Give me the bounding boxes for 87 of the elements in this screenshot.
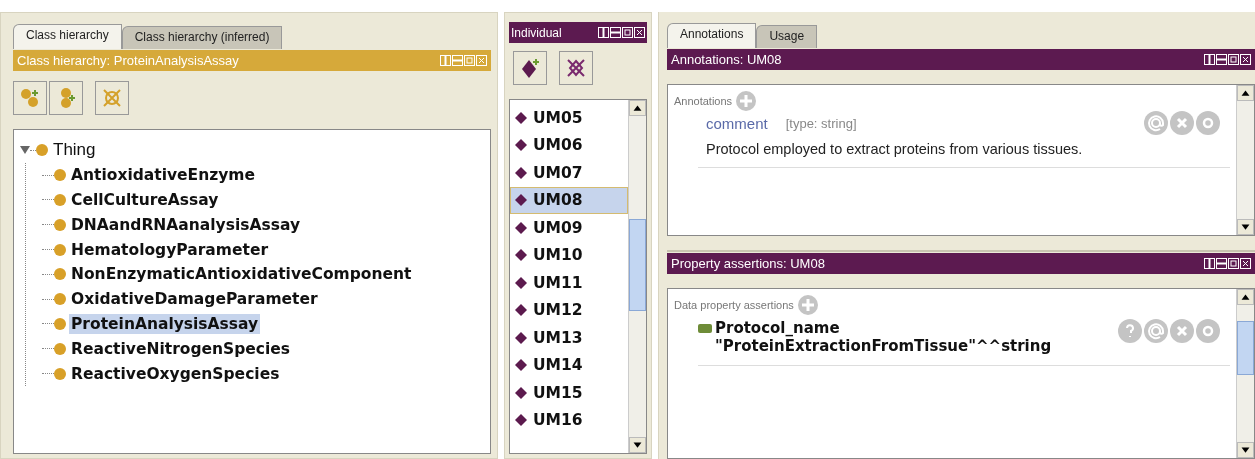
individual-item[interactable]: UM08	[510, 186, 628, 214]
individual-item[interactable]: UM09	[510, 214, 628, 242]
data-property-icon	[698, 323, 712, 333]
tab[interactable]: Class hierarchy (inferred)	[121, 26, 283, 49]
tree-item[interactable]: NonEnzymaticAntioxidativeComponent	[69, 264, 414, 285]
property-name[interactable]: Protocol_name	[715, 319, 840, 337]
class-dot-icon	[54, 293, 66, 306]
individual-item[interactable]: UM14	[510, 351, 628, 379]
class-dot-icon	[54, 268, 66, 281]
diamond-icon	[515, 386, 527, 399]
delete-node-icon	[101, 87, 123, 109]
tree-item[interactable]: ReactiveOxygenSpecies	[69, 363, 282, 384]
tree-item[interactable]: ProteinAnalysisAssay	[69, 313, 261, 334]
pane-control-icon[interactable]	[634, 27, 645, 38]
class-dot-icon	[54, 243, 66, 256]
add-individual-button[interactable]	[513, 51, 547, 85]
individual-item[interactable]: UM06	[510, 131, 628, 159]
diamond-icon	[515, 139, 527, 152]
tree-item[interactable]: DNAandRNAanalysisAssay	[69, 214, 302, 235]
tab[interactable]: Class hierarchy	[13, 24, 122, 49]
individual-item[interactable]: UM15	[510, 379, 628, 407]
diamond-icon	[515, 249, 527, 262]
tree-item[interactable]: OxidativeDamageParameter	[69, 289, 320, 310]
class-dot-icon	[54, 367, 66, 380]
annotation-type: [type: string]	[785, 115, 858, 131]
tab[interactable]: Annotations	[667, 23, 757, 48]
class-dot-icon	[54, 342, 66, 355]
tree-item[interactable]: AntioxidativeEnzyme	[69, 165, 258, 186]
scroll-down-icon[interactable]	[1237, 219, 1254, 235]
tree-item[interactable]: HematologyParameter	[69, 239, 271, 260]
panel-title: Property assertions: UM08	[671, 256, 826, 271]
pane-control-icon[interactable]	[1216, 258, 1227, 269]
pane-control-icon[interactable]	[1240, 54, 1251, 65]
delete-diamond-icon	[565, 57, 587, 79]
class-dot-icon	[54, 194, 66, 206]
tree-item[interactable]: ReactiveNitrogenSpecies	[69, 338, 293, 359]
scroll-thumb[interactable]	[1237, 321, 1254, 376]
annotation-value: Protocol employed to extract proteins from various tissues.	[705, 140, 1084, 157]
scroll-up-icon[interactable]	[629, 100, 646, 116]
panel-title: Class hierarchy: ProteinAnalysisAssay	[17, 53, 240, 68]
pane-control-icon[interactable]	[1204, 258, 1215, 269]
diamond-icon	[515, 359, 527, 372]
pane-control-icon[interactable]	[1240, 258, 1251, 269]
pane-control-icon[interactable]	[1204, 54, 1215, 65]
tab[interactable]: Usage	[756, 25, 818, 48]
class-dot-icon	[54, 169, 66, 182]
class-dot-icon	[54, 317, 66, 330]
individual-item[interactable]: UM16	[510, 406, 628, 434]
panel-title: Annotations: UM08	[671, 52, 783, 67]
diamond-icon	[515, 221, 527, 234]
pane-control-icon[interactable]	[622, 27, 633, 38]
section-label: Annotations	[674, 95, 733, 107]
scroll-thumb[interactable]	[629, 218, 646, 311]
class-nodes-icon	[19, 87, 41, 109]
class-dot-icon	[54, 218, 66, 231]
individual-item[interactable]: UM10	[510, 241, 628, 269]
panel-title: Individual	[511, 25, 563, 40]
diamond-icon	[515, 194, 527, 207]
diamond-icon	[515, 331, 527, 344]
scroll-down-icon[interactable]	[629, 437, 646, 453]
diamond-icon	[515, 414, 527, 427]
diamond-icon	[515, 166, 527, 179]
individual-item[interactable]: UM05	[510, 104, 628, 132]
individual-item[interactable]: UM13	[510, 324, 628, 352]
pane-control-icon[interactable]	[1228, 54, 1239, 65]
delete-individual-button[interactable]	[559, 51, 593, 85]
scroll-up-icon[interactable]	[1237, 289, 1254, 305]
scroll-down-icon[interactable]	[1237, 442, 1254, 458]
pane-control-icon[interactable]	[1228, 258, 1239, 269]
scroll-up-icon[interactable]	[1237, 85, 1254, 101]
diamond-icon	[515, 111, 527, 124]
diamond-plus-icon	[519, 57, 541, 79]
tree-item[interactable]: CellCultureAssay	[69, 190, 221, 210]
annotation-property[interactable]: comment	[706, 114, 768, 132]
individual-item[interactable]: UM12	[510, 296, 628, 324]
diamond-icon	[515, 276, 527, 289]
class-dot-icon	[36, 144, 48, 157]
collapse-triangle-icon[interactable]	[20, 145, 30, 156]
property-value: "ProteinExtractionFromTissue"^^string	[714, 337, 1053, 355]
pane-control-icon[interactable]	[610, 27, 621, 38]
section-label: Data property assertions	[674, 299, 794, 311]
individual-item[interactable]: UM11	[510, 269, 628, 297]
diamond-icon	[515, 304, 527, 317]
pane-control-icon[interactable]	[598, 27, 609, 38]
pane-control-icon[interactable]	[1216, 54, 1227, 65]
individual-item[interactable]: UM07	[510, 159, 628, 187]
tree-item[interactable]: Thing	[51, 139, 98, 162]
